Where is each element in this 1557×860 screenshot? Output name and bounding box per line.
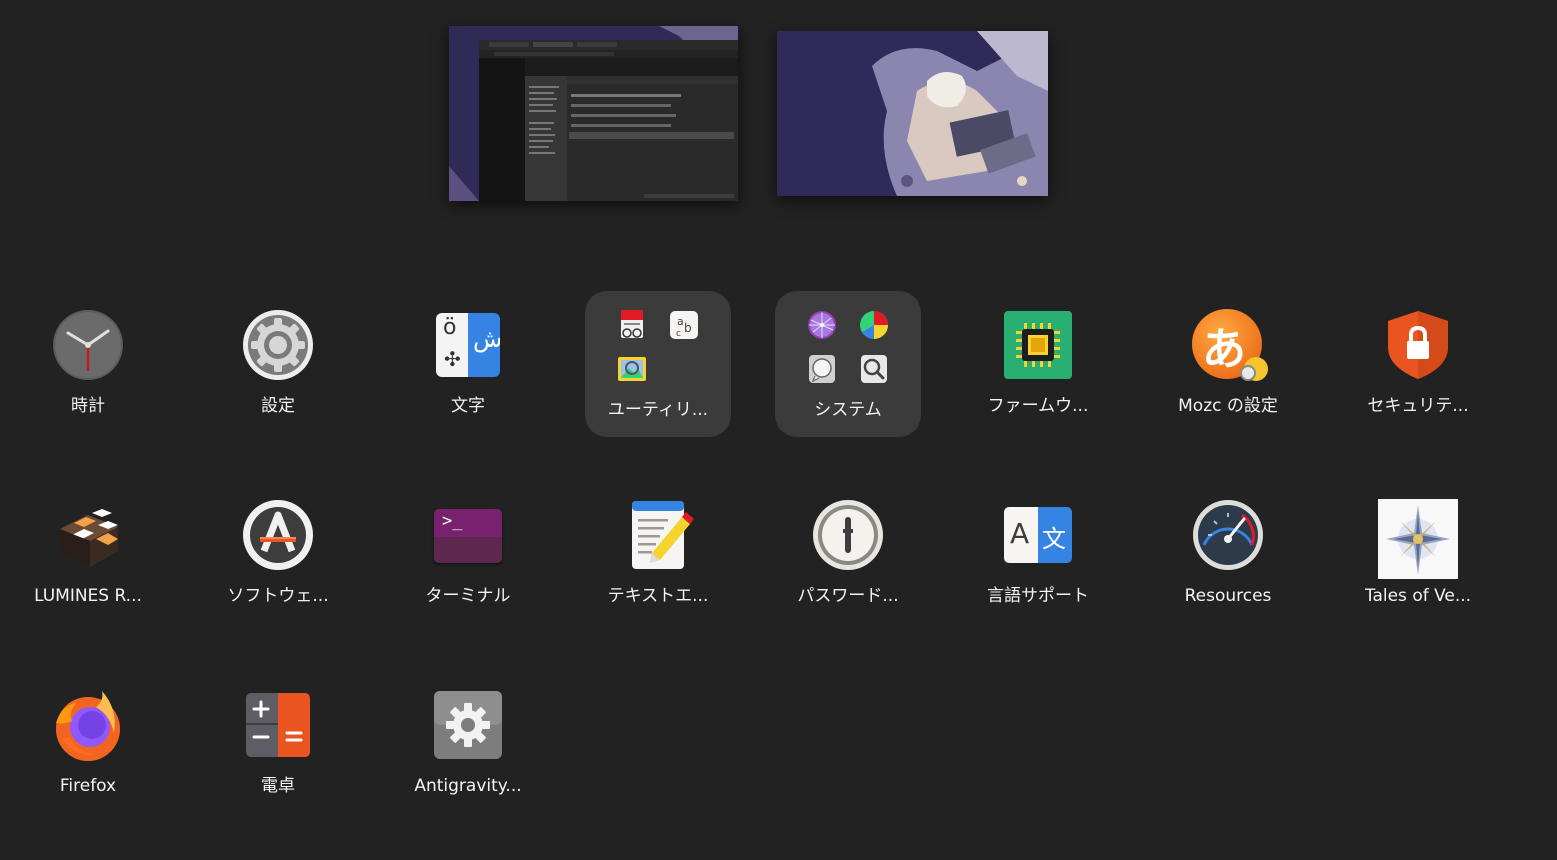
mozc-icon: あ: [1192, 309, 1268, 381]
svg-text:c: c: [676, 329, 681, 339]
gear-icon: [432, 689, 504, 761]
app-label: ソフトウェ...: [227, 586, 329, 606]
app-label: 電卓: [261, 776, 295, 796]
app-characters[interactable]: ö ✣ ش 文字: [395, 291, 541, 437]
folder-label: ユーティリ...: [607, 400, 709, 420]
language-icon: A 文: [1002, 499, 1074, 571]
image-viewer-icon: [615, 352, 649, 386]
app-label: ファームウ...: [987, 396, 1089, 416]
app-text-editor[interactable]: テキストエ...: [585, 481, 731, 627]
language-latin-glyph: A: [1010, 517, 1030, 550]
workspace-2-preview: [777, 31, 1048, 196]
svg-text:b: b: [684, 321, 692, 335]
app-software[interactable]: ソフトウェ...: [205, 481, 351, 627]
app-label: 時計: [71, 396, 105, 416]
app-label: ターミナル: [425, 586, 511, 606]
app-label: Tales of Ve...: [1364, 586, 1472, 606]
app-label: Firefox: [59, 776, 117, 796]
gear-icon: [242, 309, 314, 381]
gauge-icon: [1192, 499, 1264, 571]
tales-of-vesperia-icon: [1378, 499, 1458, 579]
app-label: Mozc の設定: [1178, 396, 1278, 416]
text-editor-icon: [622, 499, 694, 571]
folder-label: システム: [814, 400, 882, 420]
app-label: 文字: [451, 396, 485, 416]
app-language-support[interactable]: A 文 言語サポート: [965, 481, 1111, 627]
characters-arabic-glyph: ش: [473, 325, 500, 353]
app-label: 言語サポート: [987, 586, 1089, 606]
lumines-cube-icon: [52, 499, 124, 571]
document-scanner-icon: [615, 308, 649, 342]
terminal-icon: >_: [432, 499, 504, 571]
characters-latin-glyph: ö: [443, 315, 457, 340]
app-label: LUMINES R...: [34, 586, 142, 606]
disk-usage-icon: [857, 308, 891, 342]
svg-text:a: a: [677, 315, 684, 328]
workspace-1-preview: [449, 26, 738, 201]
app-passwords[interactable]: パスワード...: [775, 481, 921, 627]
logs-icon: [805, 352, 839, 386]
shield-icon: [1382, 309, 1454, 381]
search-icon: [857, 352, 891, 386]
app-firmware[interactable]: ファームウ...: [965, 291, 1111, 437]
app-resources[interactable]: Resources: [1155, 481, 1301, 627]
app-label: パスワード...: [797, 586, 899, 606]
app-label: Antigravity...: [414, 776, 522, 796]
software-store-icon: [242, 499, 314, 571]
app-antigravity[interactable]: Antigravity...: [395, 671, 541, 817]
app-settings[interactable]: 設定: [205, 291, 351, 437]
app-mozc-settings[interactable]: あ Mozc の設定: [1155, 291, 1301, 437]
folder-utilities[interactable]: a b c ユーティリ...: [585, 291, 731, 437]
app-label: セキュリテ...: [1367, 396, 1469, 416]
terminal-prompt: >_: [442, 511, 463, 531]
characters-icon: ö ✣ ش: [432, 309, 504, 381]
app-tales-of-vesperia[interactable]: Tales of Ve...: [1345, 481, 1491, 627]
app-label: テキストエ...: [607, 586, 709, 606]
app-security[interactable]: セキュリテ...: [1345, 291, 1491, 437]
folder-system[interactable]: システム: [775, 291, 921, 437]
workspace-thumbnail-2[interactable]: [777, 31, 1048, 196]
app-label: 設定: [261, 396, 295, 416]
app-label: Resources: [1184, 586, 1272, 606]
network-icon: [805, 308, 839, 342]
app-clock[interactable]: 時計: [15, 291, 161, 437]
app-lumines[interactable]: LUMINES R...: [15, 481, 161, 627]
keyhole-icon: [812, 499, 884, 571]
app-firefox[interactable]: Firefox: [15, 671, 161, 817]
language-kanji-glyph: 文: [1042, 525, 1066, 553]
clock-icon: [52, 309, 124, 381]
workspace-thumbnail-1[interactable]: [449, 26, 738, 201]
font-viewer-icon: a b c: [667, 308, 701, 342]
mozc-glyph: あ: [1202, 324, 1246, 375]
firefox-icon: [52, 689, 124, 761]
app-calculator[interactable]: 電卓: [205, 671, 351, 817]
app-terminal[interactable]: >_ ターミナル: [395, 481, 541, 627]
chip-icon: [1002, 309, 1074, 381]
calculator-icon: [242, 689, 314, 761]
